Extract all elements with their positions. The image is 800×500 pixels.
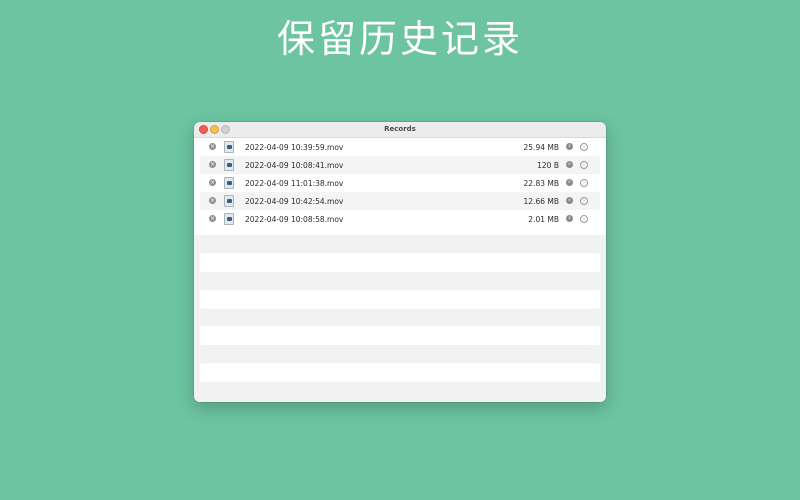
remove-icon[interactable]: ×	[209, 215, 216, 222]
record-row[interactable]: × 2022-04-09 10:42:54.mov 12.66 MB ⌕ ›	[200, 192, 600, 210]
record-size: 22.83 MB	[523, 179, 559, 188]
video-file-icon	[224, 213, 234, 225]
remove-icon[interactable]: ×	[209, 161, 216, 168]
record-size: 120 B	[537, 161, 559, 170]
record-name: 2022-04-09 10:08:58.mov	[245, 215, 344, 224]
record-size: 2.01 MB	[528, 215, 559, 224]
remove-icon[interactable]: ×	[209, 143, 216, 150]
record-name: 2022-04-09 10:39:59.mov	[245, 143, 344, 152]
arrow-circle-icon[interactable]: ›	[580, 143, 588, 151]
record-row[interactable]: × 2022-04-09 10:08:41.mov 120 B ⌕ ›	[200, 156, 600, 174]
title-bar[interactable]: Records	[194, 122, 606, 138]
record-row[interactable]: × 2022-04-09 10:39:59.mov 25.94 MB ⌕ ›	[200, 138, 600, 156]
video-file-icon	[224, 177, 234, 189]
magnifier-icon[interactable]: ⌕	[566, 215, 573, 222]
record-name: 2022-04-09 10:42:54.mov	[245, 197, 344, 206]
headline: 保留历史记录	[276, 17, 523, 61]
remove-icon[interactable]: ×	[209, 179, 216, 186]
record-size: 12.66 MB	[523, 197, 559, 206]
video-file-icon	[224, 195, 234, 207]
arrow-circle-icon[interactable]: ›	[580, 197, 588, 205]
arrow-circle-icon[interactable]: ›	[580, 215, 588, 223]
magnifier-icon[interactable]: ⌕	[566, 143, 573, 150]
video-file-icon	[224, 159, 234, 171]
window-title: Records	[384, 125, 416, 133]
empty-row	[200, 253, 600, 272]
records-window: Records × 2022-04-09 10:39:59.mov 25.94 …	[194, 122, 606, 402]
magnifier-icon[interactable]: ⌕	[566, 179, 573, 186]
record-row[interactable]: × 2022-04-09 10:08:58.mov 2.01 MB ⌕ ›	[200, 210, 600, 228]
records-list: × 2022-04-09 10:39:59.mov 25.94 MB ⌕ › ×…	[194, 138, 606, 402]
magnifier-icon[interactable]: ⌕	[566, 161, 573, 168]
record-name: 2022-04-09 11:01:38.mov	[245, 179, 344, 188]
remove-icon[interactable]: ×	[209, 197, 216, 204]
video-file-icon	[224, 141, 234, 153]
record-size: 25.94 MB	[523, 143, 559, 152]
record-name: 2022-04-09 10:08:41.mov	[245, 161, 344, 170]
empty-row	[200, 363, 600, 382]
empty-row	[200, 290, 600, 309]
arrow-circle-icon[interactable]: ›	[580, 161, 588, 169]
empty-row	[200, 326, 600, 345]
record-row[interactable]: × 2022-04-09 11:01:38.mov 22.83 MB ⌕ ›	[200, 174, 600, 192]
arrow-circle-icon[interactable]: ›	[580, 179, 588, 187]
magnifier-icon[interactable]: ⌕	[566, 197, 573, 204]
